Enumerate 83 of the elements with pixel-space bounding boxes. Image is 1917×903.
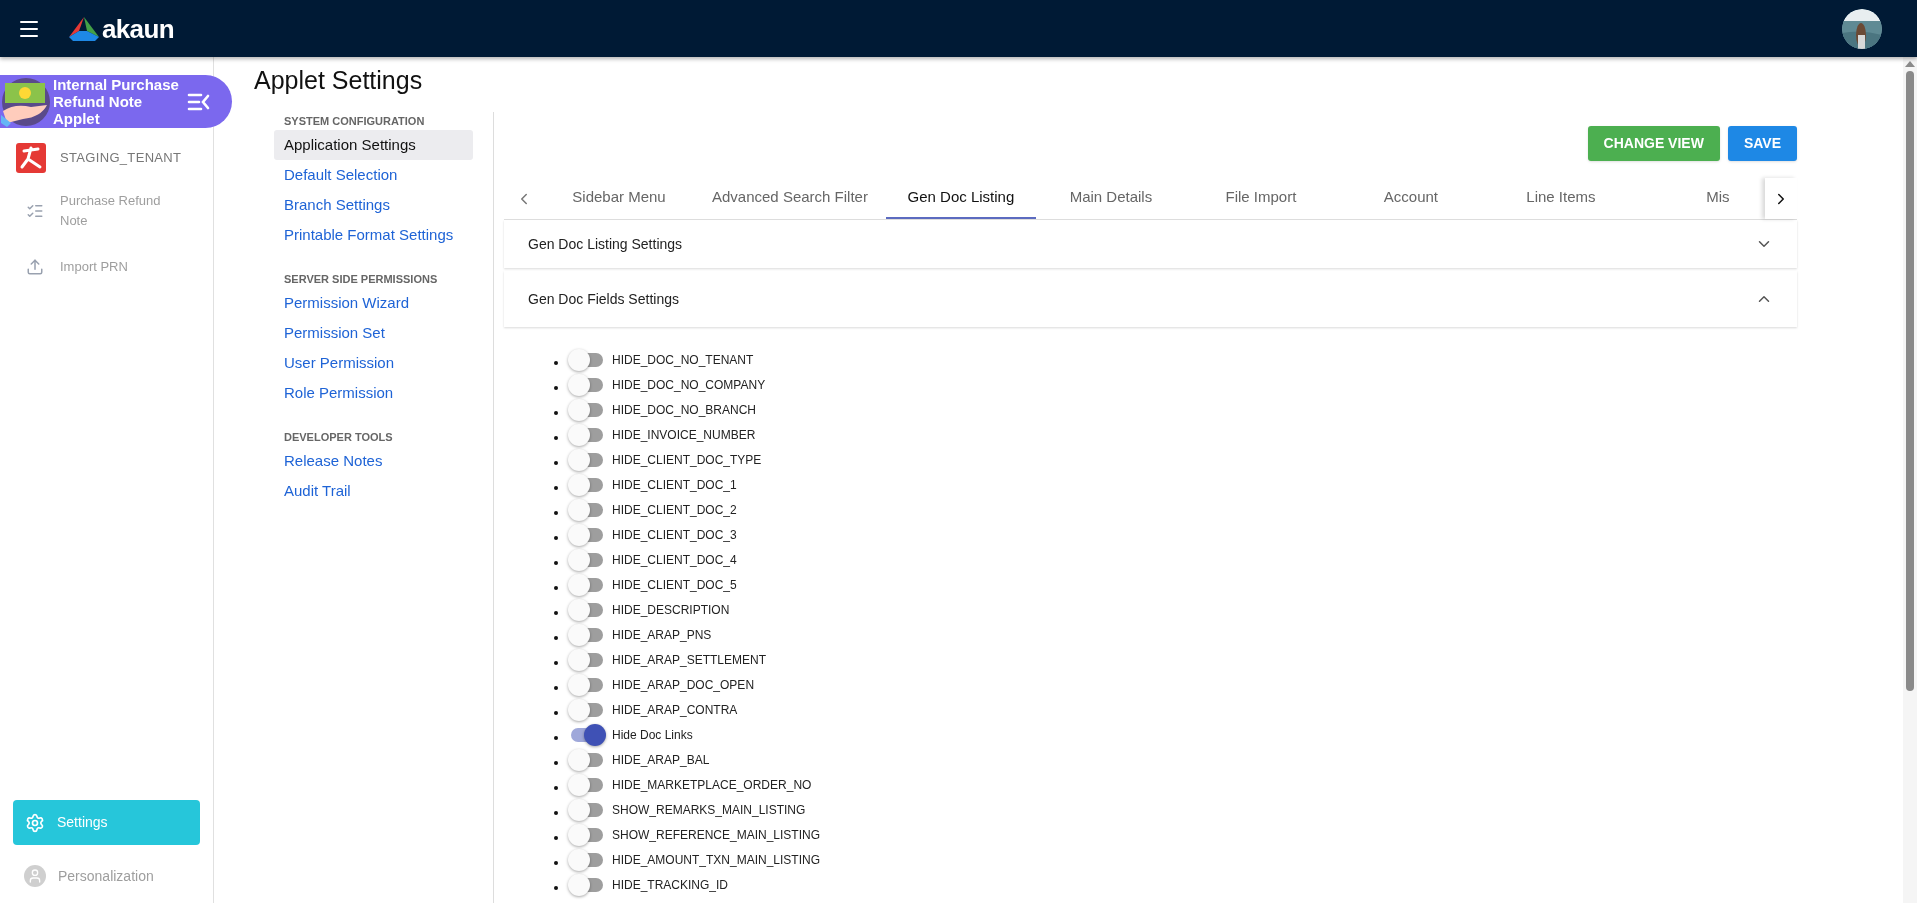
field-label: HIDE_DOC_NO_COMPANY (612, 376, 766, 394)
list-icon (26, 202, 44, 220)
field-label: HIDE_ARAP_BAL (612, 751, 710, 769)
bullet-icon (554, 535, 558, 540)
field-label: SHOW_REMARKS_MAIN_LISTING (612, 801, 806, 819)
field-label: HIDE_ARAP_SETTLEMENT (612, 651, 767, 669)
tenant-logo-icon (16, 143, 46, 173)
tab[interactable]: Account (1335, 178, 1486, 219)
money-hand-icon (1, 76, 51, 127)
field-label: HIDE_DOC_NO_BRANCH (612, 401, 757, 419)
field-label: HIDE_AMOUNT_TXN_MAIN_LISTING (612, 851, 821, 869)
bullet-icon (554, 435, 558, 440)
upload-icon (26, 258, 44, 276)
panel-header[interactable]: Gen Doc Listing Settings (504, 220, 1797, 268)
field-label: HIDE_TRACKING_ID (612, 876, 729, 894)
applet-banner[interactable]: Internal Purchase Refund Note Applet (0, 75, 232, 128)
bullet-icon (554, 385, 558, 390)
nav-link[interactable]: Printable Format Settings (274, 220, 473, 250)
logo-icon (69, 16, 99, 41)
bullet-icon (554, 885, 558, 890)
field-label: HIDE_MARKETPLACE_ORDER_NO (612, 776, 812, 794)
tab[interactable]: Main Details (1035, 178, 1186, 219)
field-label: HIDE_DESCRIPTION (612, 601, 730, 619)
bullet-icon (554, 860, 558, 865)
tab[interactable]: Gen Doc Listing (885, 178, 1036, 219)
field-label: HIDE_ARAP_PNS (612, 626, 712, 644)
field-label: HIDE_CLIENT_DOC_2 (612, 501, 737, 519)
bullet-icon (554, 560, 558, 565)
bullet-icon (554, 785, 558, 790)
bullet-icon (554, 460, 558, 465)
field-label: HIDE_INVOICE_NUMBER (612, 426, 756, 444)
settings-icon (25, 812, 45, 833)
bullet-icon (554, 710, 558, 715)
field-label: HIDE_CLIENT_DOC_5 (612, 576, 737, 594)
nav-link[interactable]: Audit Trail (274, 476, 473, 506)
bullet-icon (554, 685, 558, 690)
page-title: Applet Settings (254, 65, 423, 96)
field-label: HIDE_CLIENT_DOC_3 (612, 526, 737, 544)
nav-link[interactable]: Permission Set (274, 318, 473, 348)
nav-link[interactable]: Branch Settings (274, 190, 473, 220)
logo-text: akaun (102, 15, 174, 42)
bullet-icon (554, 510, 558, 515)
bullet-icon (554, 410, 558, 415)
nav-heading: SYSTEM CONFIGURATION (283, 114, 425, 129)
field-label: HIDE_ARAP_CONTRA (612, 701, 738, 719)
bullet-icon (554, 660, 558, 665)
bullet-icon (554, 760, 558, 765)
bullet-icon (554, 635, 558, 640)
bullet-icon (554, 360, 558, 365)
nav-link[interactable]: Default Selection (274, 160, 473, 190)
field-label: HIDE_ARAP_DOC_OPEN (612, 676, 755, 694)
tab[interactable]: Sidebar Menu (544, 178, 694, 219)
bullet-icon (554, 585, 558, 590)
field-label: HIDE_CLIENT_DOC_1 (612, 476, 737, 494)
scrollbar[interactable] (1903, 57, 1917, 903)
field-label: HIDE_DOC_NO_TENANT (612, 351, 754, 369)
nav-link[interactable]: Release Notes (274, 446, 473, 476)
collapse-menu-icon[interactable] (187, 91, 211, 112)
bullet-icon (554, 835, 558, 840)
bullet-icon (554, 810, 558, 815)
bullet-icon (554, 610, 558, 615)
tenant-name: STAGING_TENANT (60, 149, 182, 168)
panel-header[interactable]: Gen Doc Fields Settings (504, 271, 1797, 327)
tab[interactable]: File Import (1185, 178, 1336, 219)
tab[interactable]: Line Items (1485, 178, 1636, 219)
field-label: SHOW_REFERENCE_MAIN_LISTING (612, 826, 821, 844)
nav-link[interactable]: Application Settings (274, 130, 473, 160)
user-icon (24, 865, 46, 887)
bullet-icon (554, 485, 558, 490)
field-label: HIDE_CLIENT_DOC_4 (612, 551, 737, 569)
scroll-right-icon[interactable] (1765, 178, 1797, 219)
tab[interactable]: Advanced Search Filter (694, 178, 886, 219)
bullet-icon (554, 735, 558, 740)
applet-title: Internal Purchase Refund Note Applet (53, 76, 180, 127)
tab[interactable]: Mis (1635, 178, 1765, 219)
nav-link[interactable]: Permission Wizard (274, 288, 473, 318)
field-label: Hide Doc Links (612, 726, 693, 744)
field-label: HIDE_CLIENT_DOC_TYPE (612, 451, 762, 469)
nav-heading: SERVER SIDE PERMISSIONS (283, 272, 438, 287)
nav-link[interactable]: Role Permission (274, 378, 473, 408)
action-button[interactable]: SAVE (1727, 126, 1797, 161)
nav-heading: DEVELOPER TOOLS (283, 430, 393, 445)
nav-link[interactable]: User Permission (274, 348, 473, 378)
